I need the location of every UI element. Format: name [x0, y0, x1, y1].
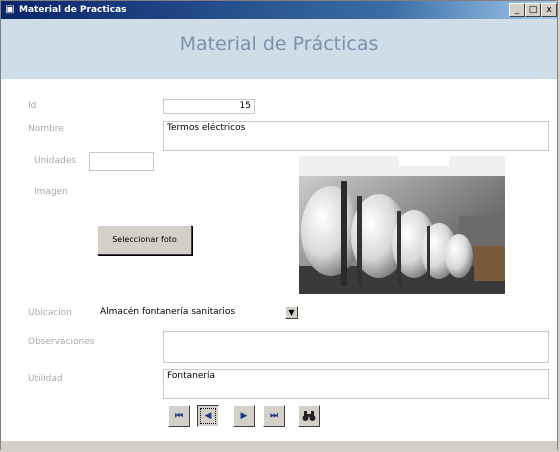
first-record-button[interactable]: ⏮ [168, 405, 190, 427]
next-record-button[interactable]: ▶ [233, 405, 255, 427]
unidades-field[interactable] [89, 152, 154, 171]
imagen-label: Imagen [34, 187, 68, 197]
ubicacion-label: Ubicacion [28, 308, 72, 318]
access-form-icon[interactable]: ▣ [4, 4, 16, 16]
status-bar [1, 441, 557, 451]
observaciones-field[interactable] [163, 331, 549, 363]
form-window: ▣ Material de Practicas _ □ x Material d… [0, 0, 558, 451]
find-button[interactable] [298, 405, 320, 427]
title-bar[interactable]: ▣ Material de Practicas _ □ x [1, 1, 557, 19]
id-field[interactable]: 15 [163, 99, 255, 114]
utilidad-field[interactable]: Fontanería [163, 369, 549, 399]
unidades-label: Unidades [34, 156, 76, 166]
dropdown-arrow-icon[interactable]: ▼ [285, 306, 298, 319]
binoculars-icon [302, 411, 316, 421]
previous-record-button[interactable]: ◀ [197, 405, 219, 427]
form-header: Material de Prácticas [1, 19, 557, 79]
ubicacion-combobox[interactable]: Almacén fontanería sanitarios ▼ [99, 306, 299, 319]
nombre-field[interactable]: Termos eléctricos [163, 121, 549, 151]
select-photo-button[interactable]: Seleccionar foto [97, 225, 192, 255]
water-heaters-photo [299, 156, 505, 294]
utilidad-label: Utilidad [28, 374, 63, 384]
window-title: Material de Practicas [19, 5, 127, 15]
ubicacion-value: Almacén fontanería sanitarios [100, 307, 236, 317]
observaciones-label: Observaciones [28, 337, 95, 347]
maximize-button[interactable]: □ [525, 3, 541, 17]
product-photo [299, 156, 505, 294]
minimize-button[interactable]: _ [509, 3, 525, 17]
nombre-label: Nombre [28, 124, 64, 134]
last-record-button[interactable]: ⏭ [263, 405, 285, 427]
id-label: Id [28, 101, 37, 111]
close-button[interactable]: x [541, 3, 557, 17]
page-title: Material de Prácticas [179, 33, 379, 55]
